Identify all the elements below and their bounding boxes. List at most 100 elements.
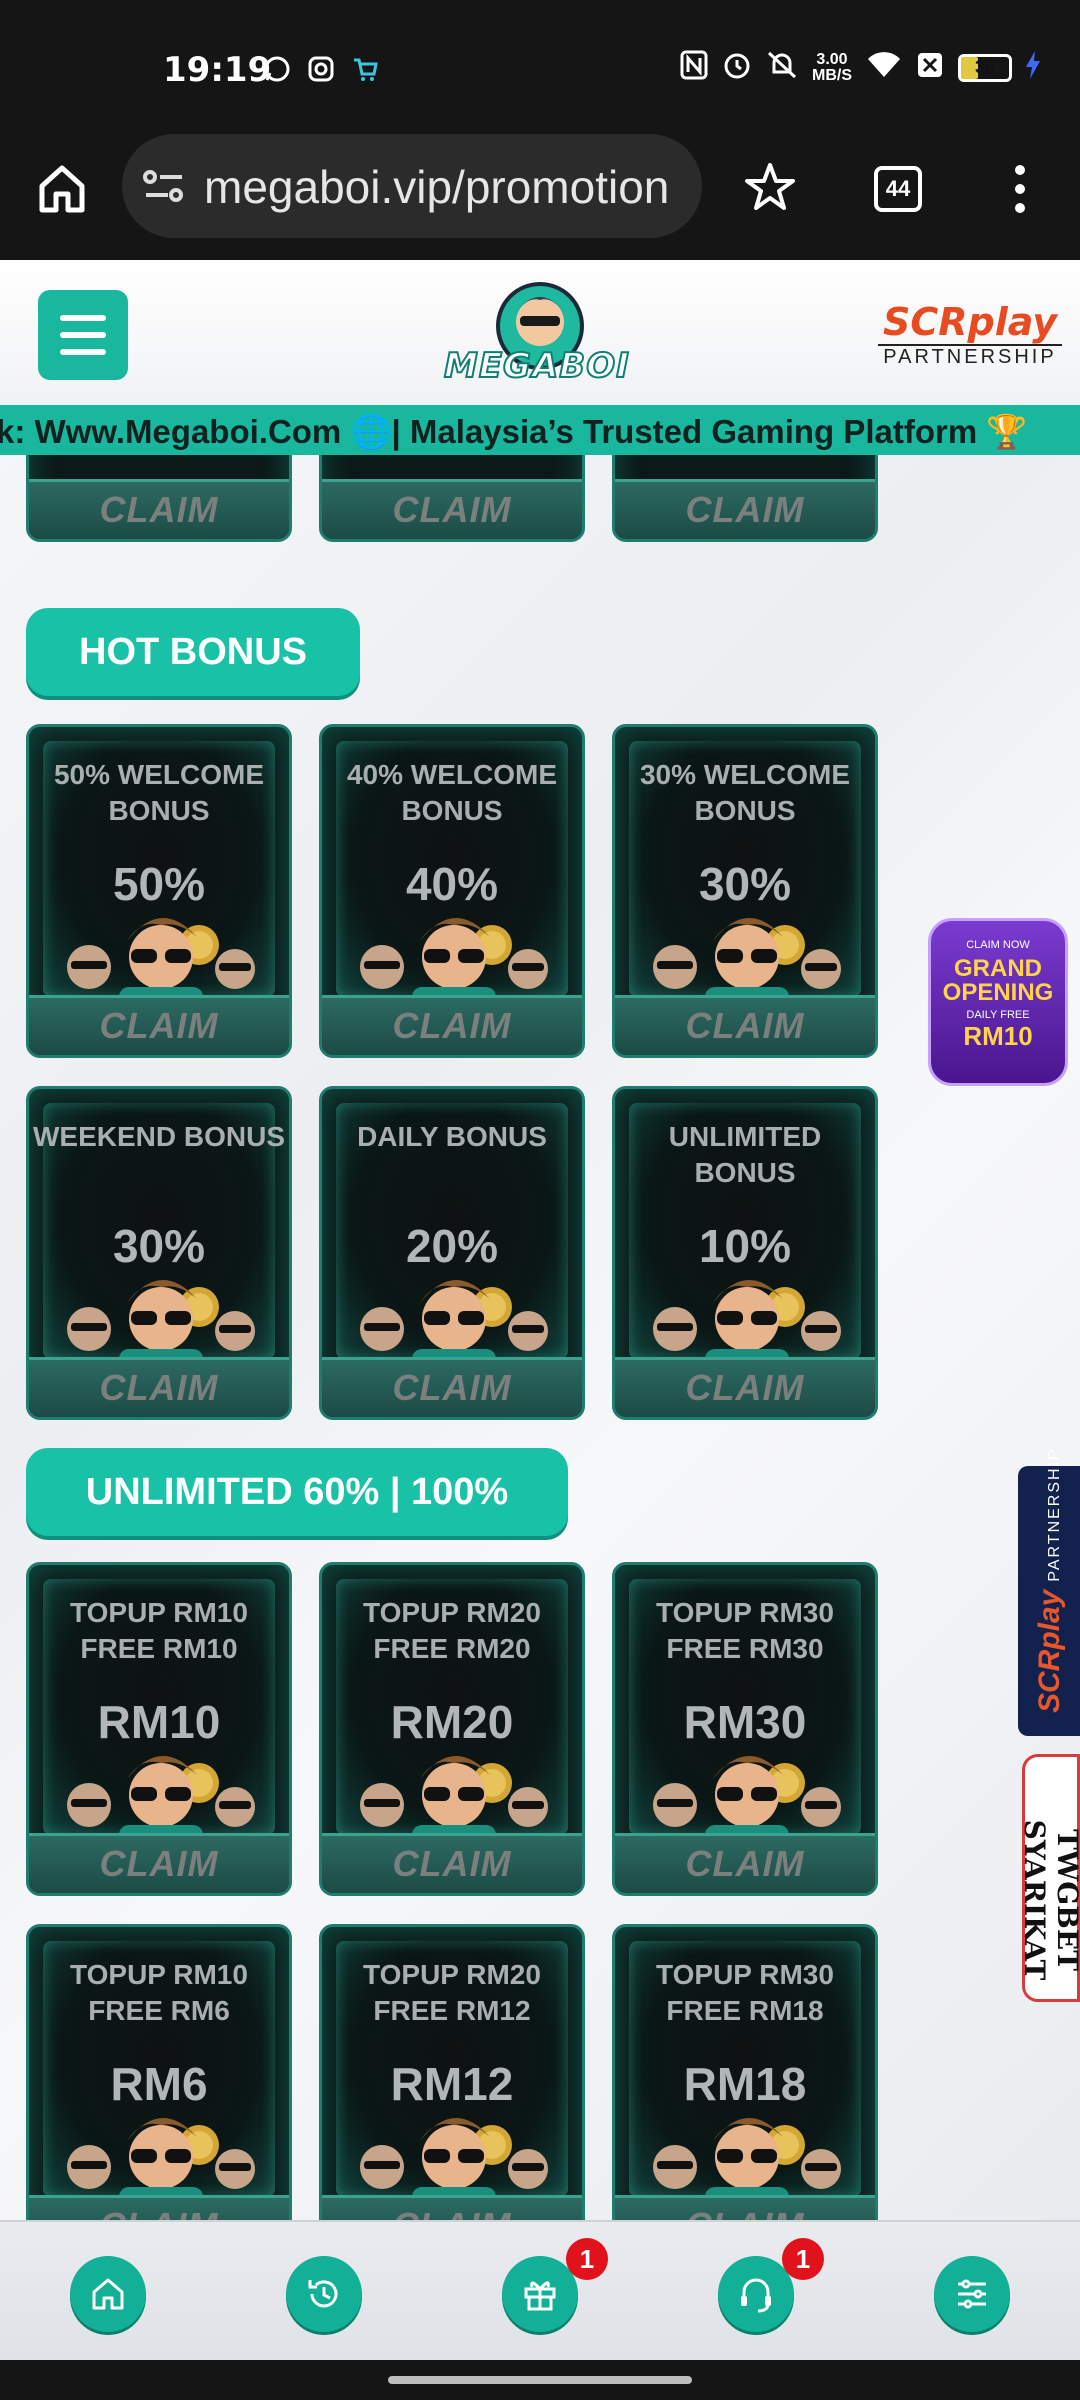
claim-button[interactable]: CLAIM [29, 995, 289, 1055]
web-page: CLAIM CLAIM CLAIM MEGABOI SCRplay PARTNE… [0, 260, 1080, 2220]
status-time: 19:19 [163, 50, 272, 90]
speed-value: 3.00 [816, 50, 848, 68]
wifi-icon [866, 51, 902, 84]
claim-button[interactable]: CLAIM [615, 1833, 875, 1893]
system-icons: 3.00 MB/S 36 [680, 50, 1040, 85]
network-speed: 3.00 MB/S [812, 50, 852, 84]
more-menu-icon[interactable] [1010, 164, 1030, 219]
scrplay-side-tab[interactable]: SCRplay PARTNERSHIP [1018, 1447, 1080, 1736]
promo-card[interactable]: 50% WELCOME BONUS 50% CLAIM [26, 724, 292, 1058]
close-box-icon [916, 51, 944, 84]
site-settings-icon[interactable] [142, 168, 186, 209]
alarm-icon [722, 50, 752, 85]
gift-badge: 1 [566, 2238, 608, 2280]
mascot-icon [49, 1735, 275, 1849]
mute-icon [766, 50, 798, 85]
claim-button[interactable]: CLAIM [322, 479, 582, 539]
whatsapp-icon [262, 54, 292, 84]
section-heading-unlimited[interactable]: UNLIMITED 60% | 100% [26, 1448, 568, 1536]
bookmark-star-icon[interactable] [742, 160, 798, 221]
claim-button[interactable]: CLAIM [615, 1357, 875, 1417]
promo-card[interactable]: TOPUP RM30 FREE RM18RM18CLAIM [612, 1924, 878, 2220]
promo-card-title: 40% WELCOME BONUS [346, 759, 558, 826]
claim-button[interactable]: CLAIM [29, 2195, 289, 2220]
headset-icon [741, 2278, 771, 2313]
url-text[interactable]: megaboi.vip/promotion [204, 160, 684, 214]
promo-card[interactable]: UNLIMITED BONUS 10% CLAIM [612, 1086, 878, 1420]
promo-card-title: TOPUP RM10 FREE RM10 [70, 1597, 248, 1664]
mascot-icon [342, 2097, 568, 2211]
announcement-marquee: k: Www.Megaboi.Com 🌐| Malaysia’s Trusted… [0, 405, 1080, 455]
promo-card[interactable]: 40% WELCOME BONUS 40% CLAIM [319, 724, 585, 1058]
promo-card-title: TOPUP RM30 FREE RM30 [656, 1597, 834, 1664]
address-bar[interactable]: megaboi.vip/promotion [122, 134, 702, 238]
nav-home-button[interactable] [70, 2256, 146, 2332]
mascot-icon [49, 1259, 275, 1373]
mascot-icon [49, 2097, 275, 2211]
instagram-icon [306, 54, 336, 84]
tab-switcher-button[interactable]: 44 [874, 166, 922, 212]
partner-label: PARTNERSHIP [878, 344, 1062, 369]
twgbet-side-tab[interactable]: TWGBET SYARIKAT [1018, 1754, 1080, 2002]
bottom-navigation: 1 1 [0, 2220, 1080, 2360]
promo-card[interactable]: TOPUP RM20 FREE RM12RM12CLAIM [319, 1924, 585, 2220]
claim-button[interactable]: CLAIM [615, 479, 875, 539]
hamburger-menu-button[interactable] [38, 290, 128, 380]
promo-amount: RM10 [963, 1021, 1033, 1051]
gesture-bar [0, 2360, 1080, 2400]
promo-card[interactable]: TOPUP RM20 FREE RM20 RM20 CLAIM [319, 1562, 585, 1896]
section-heading-hot-bonus[interactable]: HOT BONUS [26, 608, 360, 696]
grand-opening-floating-banner[interactable]: CLAIM NOW GRAND OPENING DAILY FREE RM10 [928, 918, 1068, 1086]
promo-card-title: UNLIMITED BONUS [668, 1121, 822, 1188]
claim-button[interactable]: CLAIM [322, 1833, 582, 1893]
mascot-icon [635, 1259, 861, 1373]
sliders-icon [958, 2279, 986, 2309]
promo-card-title: TOPUP RM10 FREE RM6 [70, 1959, 248, 2026]
megaboi-logo[interactable]: MEGABOI [440, 274, 640, 394]
claim-button[interactable]: CLAIM [29, 1357, 289, 1417]
mascot-icon [635, 897, 861, 1011]
charging-icon [1026, 51, 1040, 84]
claim-button[interactable]: CLAIM [322, 1357, 582, 1417]
nav-settings-button[interactable] [934, 2256, 1010, 2332]
promo-card[interactable]: WEEKEND BONUS 30% CLAIM [26, 1086, 292, 1420]
claim-button[interactable]: CLAIM [29, 479, 289, 539]
promo-card[interactable]: 30% WELCOME BONUS 30% CLAIM [612, 724, 878, 1058]
promo-card-title: 30% WELCOME BONUS [639, 759, 851, 826]
claim-button[interactable]: CLAIM [615, 995, 875, 1055]
mascot-icon [635, 2097, 861, 2211]
mascot-icon [635, 1735, 861, 1849]
nfc-icon [680, 50, 708, 85]
partner-logo[interactable]: SCRplay PARTNERSHIP [878, 300, 1062, 369]
promo-card[interactable]: DAILY BONUS 20% CLAIM [319, 1086, 585, 1420]
battery-icon: 36 [958, 53, 1012, 82]
mascot-icon [342, 1735, 568, 1849]
claim-button[interactable]: CLAIM [322, 995, 582, 1055]
browser-toolbar: megaboi.vip/promotion 44 [0, 130, 1080, 260]
promo-card-title: TOPUP RM30 FREE RM18 [656, 1959, 834, 2026]
battery-level: 36 [974, 57, 996, 77]
promo-card-title: 50% WELCOME BONUS [53, 759, 265, 826]
claim-button[interactable]: CLAIM [29, 1833, 289, 1893]
gift-icon [524, 2281, 556, 2311]
claim-button[interactable]: CLAIM [615, 2195, 875, 2220]
promo-card[interactable]: TOPUP RM30 FREE RM30 RM30 CLAIM [612, 1562, 878, 1896]
nav-gift-button[interactable]: 1 [502, 2238, 608, 2332]
marquee-text: k: Www.Megaboi.Com 🌐| Malaysia’s Trusted… [0, 413, 1028, 450]
home-icon[interactable] [34, 160, 90, 216]
notification-icons [262, 54, 380, 84]
promo-card[interactable]: TOPUP RM10 FREE RM10 RM10 CLAIM [26, 1562, 292, 1896]
nav-history-button[interactable] [286, 2256, 362, 2332]
side-scr-brand: SCRplay [1033, 1589, 1066, 1713]
nav-support-button[interactable]: 1 [718, 2238, 824, 2332]
promo-card-title: WEEKEND BONUS [32, 1121, 285, 1152]
promo-card-title: TOPUP RM20 FREE RM20 [363, 1597, 541, 1664]
claim-button[interactable]: CLAIM [322, 2195, 582, 2220]
status-bar: 19:19 3.00 MB/S 36 [0, 0, 1080, 130]
logo-text: MEGABOI [443, 345, 630, 387]
promo-card[interactable]: TOPUP RM10 FREE RM6RM6CLAIM [26, 1924, 292, 2220]
promo-daily-free: DAILY FREE [966, 1009, 1030, 1021]
promo-card-title: DAILY BONUS [357, 1121, 547, 1152]
partner-brand: SCRplay [883, 300, 1057, 344]
promo-card-title: TOPUP RM20 FREE RM12 [363, 1959, 541, 2026]
